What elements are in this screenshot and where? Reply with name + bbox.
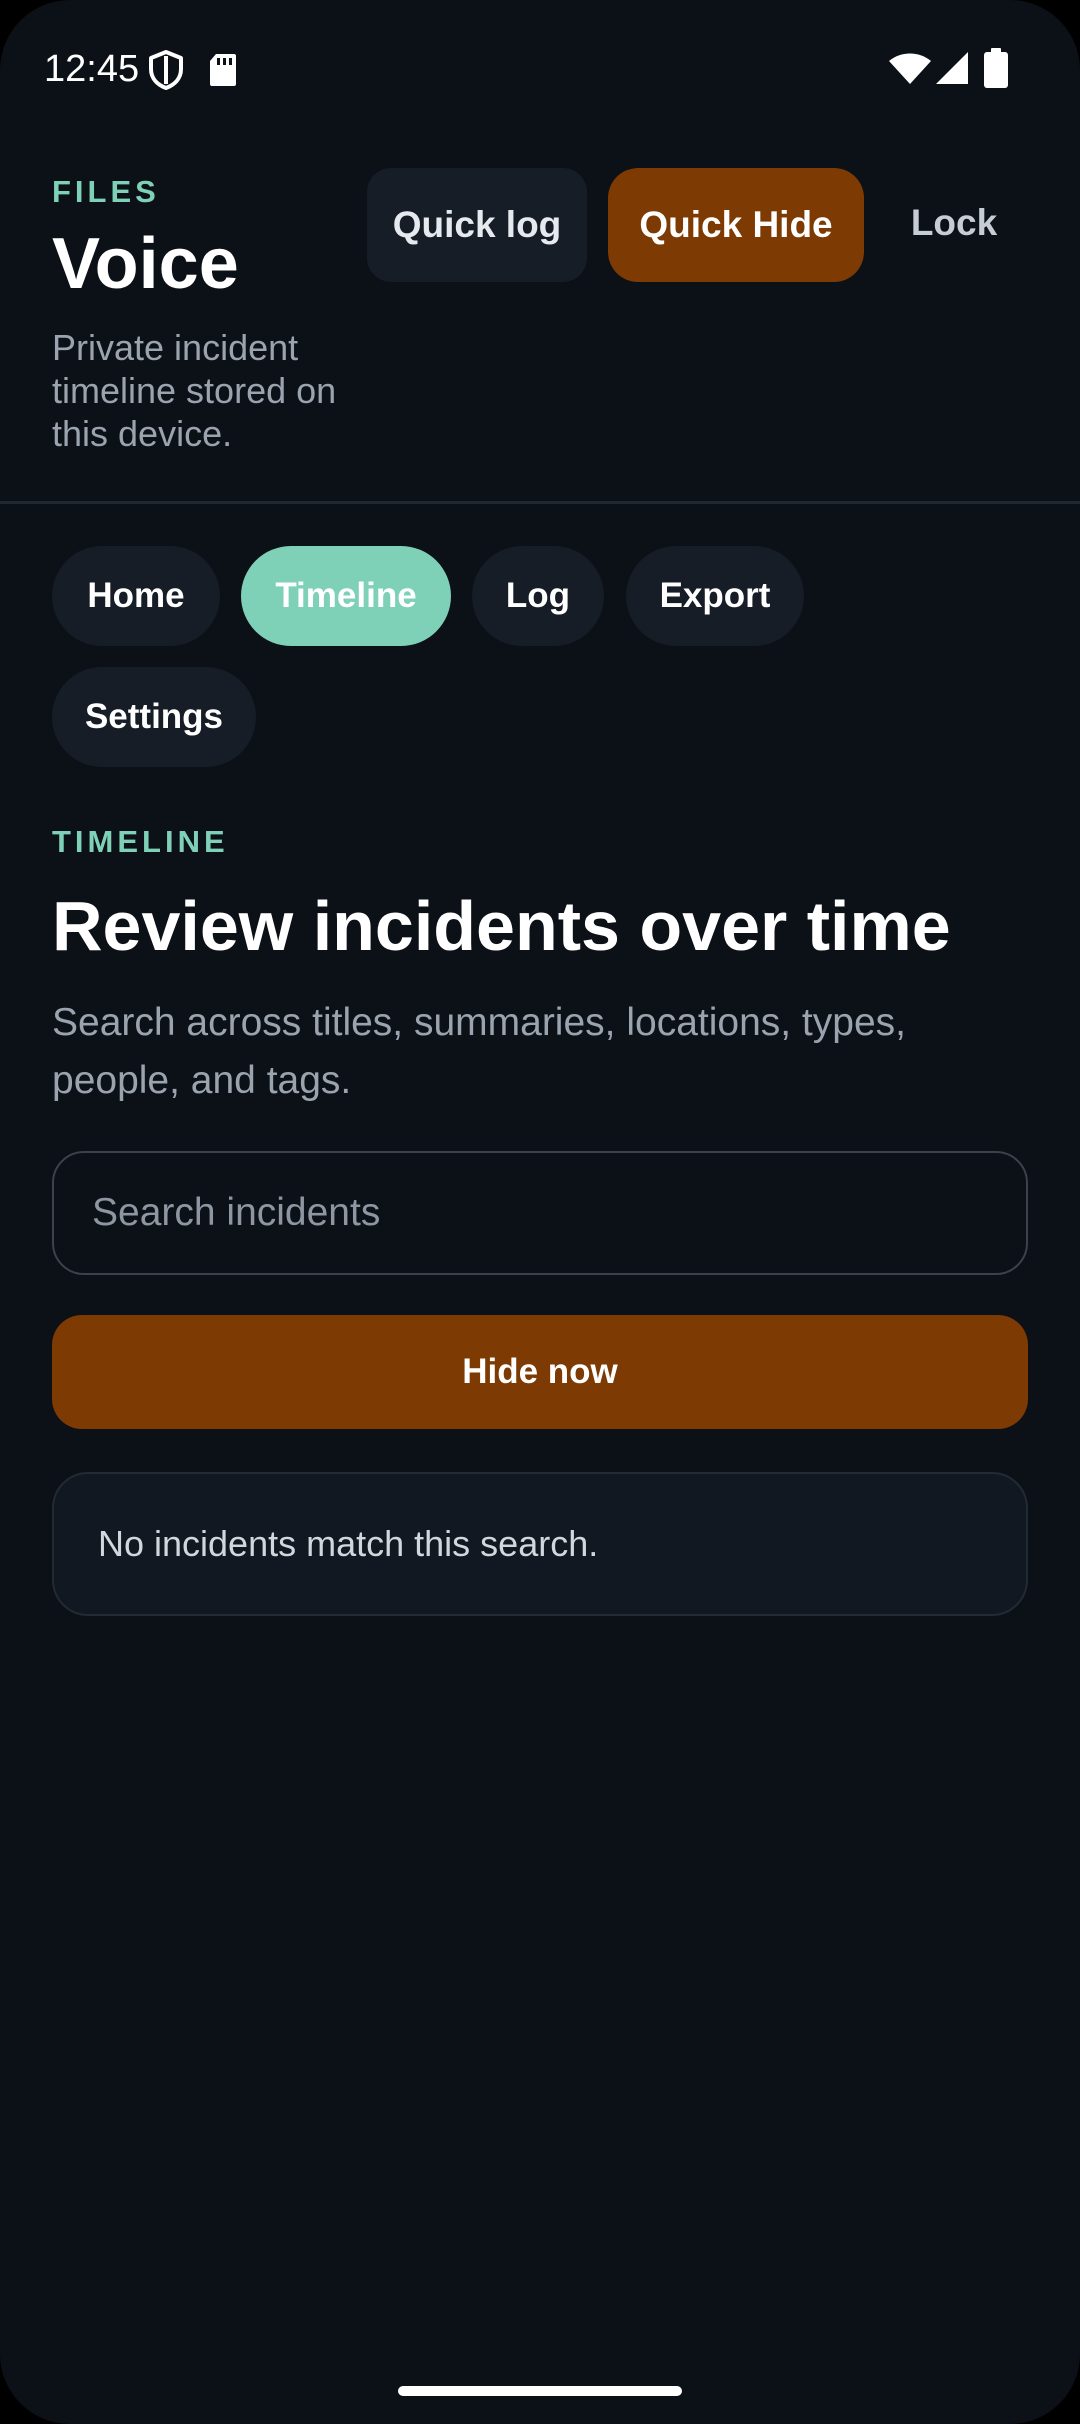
shield-icon [149, 50, 183, 90]
search-field [52, 1151, 1028, 1275]
lock-button[interactable]: Lock [884, 188, 1024, 258]
tab-home[interactable]: Home [52, 546, 220, 646]
header-eyebrow: FILES [52, 174, 160, 209]
wifi-icon [889, 53, 931, 84]
quick-hide-button[interactable]: Quick Hide [608, 168, 864, 282]
home-indicator[interactable] [398, 2386, 682, 2396]
section-eyebrow: TIMELINE [52, 824, 229, 859]
hide-now-button[interactable]: Hide now [52, 1315, 1028, 1429]
app-screen: 12:45 FILES Voice Private incident timel… [0, 0, 1080, 2424]
app-subtitle: Private incident timeline stored on this… [52, 327, 337, 454]
app-title: Voice [52, 224, 239, 304]
section-title: Review incidents over time [52, 887, 951, 965]
status-bar: 12:45 [0, 0, 1080, 140]
header-divider [0, 501, 1080, 504]
search-input[interactable] [54, 1153, 1026, 1273]
empty-state-message: No incidents match this search. [98, 1523, 599, 1564]
tab-export[interactable]: Export [626, 546, 804, 646]
section-description: Search across titles, summaries, locatio… [52, 1001, 906, 1102]
status-time: 12:45 [44, 48, 140, 90]
signal-icon [936, 52, 968, 84]
quick-log-button[interactable]: Quick log [367, 168, 587, 282]
tab-timeline[interactable]: Timeline [241, 546, 451, 646]
empty-state-card: No incidents match this search. [52, 1472, 1028, 1616]
battery-icon [984, 48, 1008, 88]
tab-log[interactable]: Log [472, 546, 604, 646]
tab-settings[interactable]: Settings [52, 667, 256, 767]
sd-card-icon [210, 54, 236, 86]
